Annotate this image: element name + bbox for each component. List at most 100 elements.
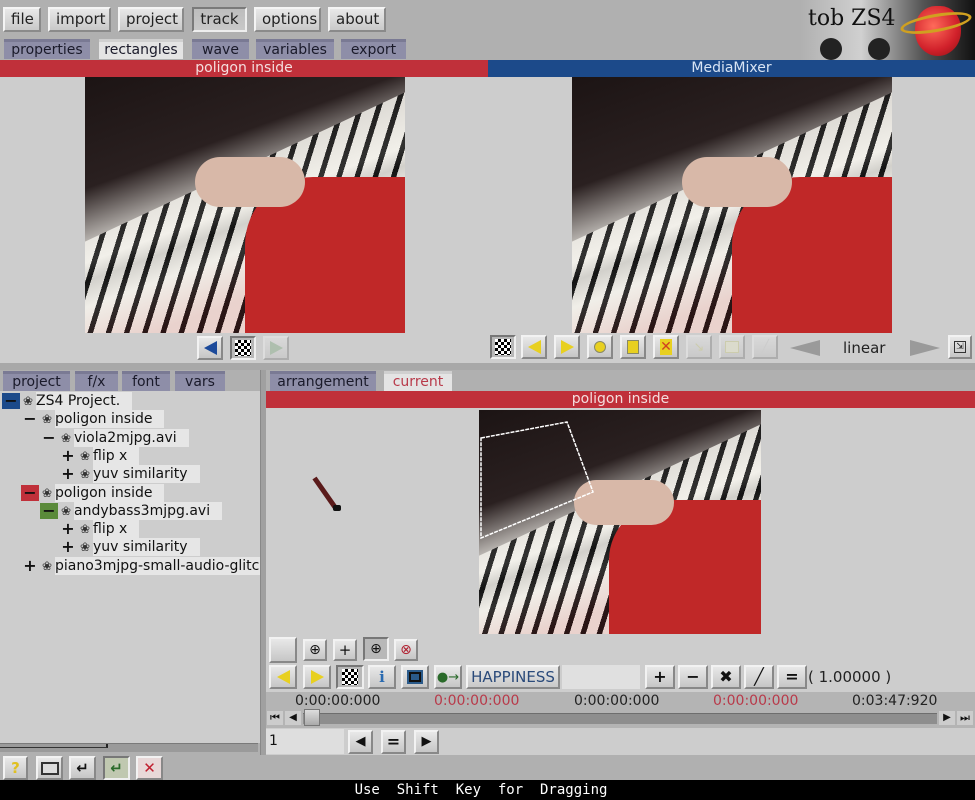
step-forward-button[interactable]: ▶ xyxy=(939,711,955,725)
quit-button[interactable]: ✕ xyxy=(136,756,163,780)
delete-shape-button[interactable]: ✕ xyxy=(653,335,679,359)
paw-icon: ❀ xyxy=(41,558,53,573)
jump-end-button[interactable]: ⏭ xyxy=(957,711,973,725)
tree-item[interactable]: + ❀ yuv similarity xyxy=(59,465,200,484)
frame-input[interactable]: 1 xyxy=(266,729,344,754)
frame-equal-button[interactable]: = xyxy=(381,730,406,754)
subtract-button[interactable]: − xyxy=(678,665,708,689)
multiplier-value: ( 1.00000 ) xyxy=(808,668,892,686)
menu-project[interactable]: project xyxy=(118,7,184,32)
add-point-button[interactable]: + xyxy=(333,639,357,661)
divide-button[interactable]: ╱ xyxy=(744,665,774,689)
tree-item[interactable]: − ❀ ZS4 Project. xyxy=(2,392,133,410)
tab-wave[interactable]: wave xyxy=(192,39,249,59)
expand-icon[interactable]: + xyxy=(59,539,77,555)
menu-track[interactable]: track xyxy=(192,7,247,32)
collapse-icon[interactable]: − xyxy=(40,429,58,446)
tab-font[interactable]: font xyxy=(122,371,170,391)
effect-input[interactable] xyxy=(562,665,640,689)
checker-button[interactable] xyxy=(230,336,256,360)
jump-start-button[interactable]: ⏮ xyxy=(267,711,283,725)
expand-icon[interactable]: + xyxy=(59,447,77,464)
expand-icon[interactable]: + xyxy=(59,521,77,537)
pick-button[interactable]: ↘ xyxy=(686,335,712,359)
resize-icon: ⇲ xyxy=(954,341,966,353)
hand xyxy=(195,157,305,207)
tree-item[interactable]: + ❀ piano3mjpg-small-audio-glitch xyxy=(21,556,281,575)
add-button[interactable]: + xyxy=(645,665,675,689)
keyframe-next-button[interactable] xyxy=(554,335,580,359)
frame-button[interactable] xyxy=(401,665,429,689)
export-button[interactable]: ↵ xyxy=(103,756,130,780)
tab-current[interactable]: current xyxy=(384,371,452,391)
menu-options[interactable]: options xyxy=(254,7,321,32)
keyframe-prev-button[interactable] xyxy=(521,335,547,359)
circle-shape-button[interactable] xyxy=(587,335,613,359)
left-viewer-title: poligon inside xyxy=(0,60,488,77)
logo-text: tob ZS4 xyxy=(808,6,896,31)
tree-item[interactable]: − ❀ poligon inside xyxy=(21,483,165,502)
tree-item[interactable]: − ❀ poligon inside xyxy=(21,410,165,429)
info-button[interactable]: i xyxy=(368,665,396,689)
tree-item-label: viola2mjpg.avi xyxy=(74,428,189,447)
tab-export[interactable]: export xyxy=(341,39,406,59)
time-mark-out: 0:00:00:000 xyxy=(713,693,799,709)
interp-next-arrow[interactable] xyxy=(910,340,940,356)
interp-prev-arrow[interactable] xyxy=(790,340,820,356)
blank-tool-button[interactable] xyxy=(269,637,297,663)
tab-vars[interactable]: vars xyxy=(175,371,225,391)
frame-next-button[interactable]: ▶ xyxy=(414,730,439,754)
collapse-icon[interactable]: − xyxy=(21,484,39,501)
collapse-icon[interactable]: − xyxy=(21,411,39,427)
copy-icon xyxy=(725,341,739,353)
menu-about[interactable]: about xyxy=(328,7,386,32)
help-button[interactable]: ? xyxy=(3,756,28,780)
remove-tool-button[interactable]: ⊗ xyxy=(394,639,418,661)
tree-horizontal-scrollbar[interactable] xyxy=(0,743,258,752)
collapse-icon[interactable]: − xyxy=(2,393,20,409)
frame-prev-button[interactable]: ◀ xyxy=(348,730,373,754)
connect-button[interactable]: ●→ xyxy=(434,665,462,689)
fullscreen-button[interactable]: ⇲ xyxy=(948,335,972,359)
tab-arrangement[interactable]: arrangement xyxy=(270,371,376,391)
tab-fx[interactable]: f/x xyxy=(75,371,118,391)
effect-next-button[interactable] xyxy=(303,665,331,689)
info-icon: i xyxy=(379,668,385,686)
expand-icon[interactable]: + xyxy=(59,466,77,482)
tree-item[interactable]: + ❀ yuv similarity xyxy=(59,538,200,557)
tree-item[interactable]: + ❀ flip x xyxy=(59,520,140,539)
prev-button[interactable] xyxy=(197,336,223,360)
effect-name-button[interactable]: HAPPINESS xyxy=(466,665,560,689)
polygon-selection[interactable] xyxy=(479,410,761,634)
next-button[interactable] xyxy=(263,336,289,360)
tree-item[interactable]: + ❀ flip x xyxy=(59,446,140,465)
equals-button[interactable]: = xyxy=(777,665,807,689)
pick-icon: ↘ xyxy=(693,339,705,355)
edit-button[interactable]: ╱ xyxy=(752,335,778,359)
scrollbar-thumb[interactable] xyxy=(0,744,108,748)
tree-item[interactable]: − ❀ viola2mjpg.avi xyxy=(40,428,189,447)
zoom-button[interactable]: ⊕ xyxy=(363,637,389,661)
yellow-left-icon xyxy=(276,670,290,684)
multiply-button[interactable]: ✖ xyxy=(711,665,741,689)
tab-variables[interactable]: variables xyxy=(256,39,334,59)
timeline-slider-thumb[interactable] xyxy=(304,709,320,726)
center-tool-button[interactable]: ⊕ xyxy=(303,639,327,661)
tree-item[interactable]: − ❀ andybass3mjpg.avi xyxy=(40,501,223,520)
tab-rectangles[interactable]: rectangles xyxy=(99,39,183,59)
menu-import[interactable]: import xyxy=(48,7,111,32)
square-shape-button[interactable] xyxy=(620,335,646,359)
menu-file[interactable]: file xyxy=(3,7,41,32)
checker-button[interactable] xyxy=(490,335,516,359)
copy-button[interactable] xyxy=(719,335,745,359)
step-back-button[interactable]: ◀ xyxy=(285,711,301,725)
effect-prev-button[interactable] xyxy=(269,665,297,689)
timeline-track[interactable] xyxy=(303,713,937,724)
collapse-icon[interactable]: − xyxy=(40,502,58,519)
open-folder-button[interactable] xyxy=(36,756,63,780)
expand-icon[interactable]: + xyxy=(21,557,39,574)
import-button[interactable]: ↵ xyxy=(69,756,96,780)
transparency-button[interactable] xyxy=(336,665,364,689)
tab-properties[interactable]: properties xyxy=(4,39,90,59)
tab-project[interactable]: project xyxy=(3,371,70,391)
